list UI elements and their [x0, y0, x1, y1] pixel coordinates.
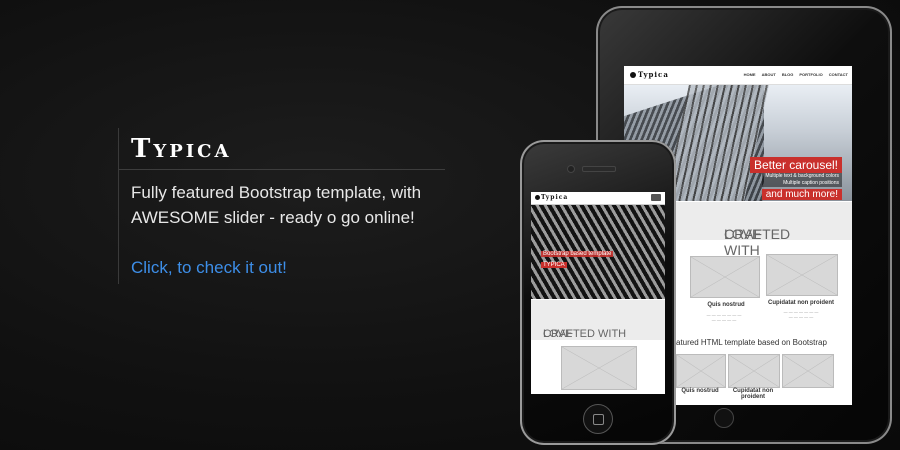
- logo-dot-icon: [535, 195, 540, 200]
- love-text: LOVE: [543, 328, 573, 340]
- carousel-caption-2: Multiple text & background colors Multip…: [762, 173, 842, 187]
- placeholder-image: [690, 256, 760, 298]
- placeholder-image: [561, 346, 637, 390]
- phone-home-button-icon: [583, 404, 613, 434]
- feature-text: — — — — — — — — — — — —: [783, 309, 819, 319]
- hamburger-menu-icon[interactable]: [651, 194, 661, 201]
- phone-logo-text: Typica: [541, 194, 569, 201]
- hero-divider: [119, 169, 445, 170]
- hero-description: Fully featured Bootstrap template, with …: [131, 183, 422, 227]
- tablet-menu-home[interactable]: HOME: [744, 72, 756, 77]
- tablet-menu-blog[interactable]: BLOG: [782, 72, 794, 77]
- tablet-menu-portfolio[interactable]: PORTFOLIO: [799, 72, 822, 77]
- tablet-logo-text: Typica: [638, 70, 669, 79]
- feature-title: Quis nostrud: [681, 388, 719, 394]
- tablet-home-button-icon: [714, 408, 734, 428]
- phone-camera-icon: [567, 165, 575, 173]
- placeholder-image: [782, 354, 834, 388]
- tablet-menu: HOME ABOUT BLOG PORTFOLIO CONTACT: [744, 72, 848, 77]
- phone-screen: Typica Bootstrap based template TYPICA C…: [531, 192, 665, 394]
- logo-dot-icon: [630, 72, 636, 78]
- feature-title: Quis nostrud: [707, 302, 745, 308]
- feature-title: Cupidatat non proident: [768, 300, 834, 306]
- tablet-menu-contact[interactable]: CONTACT: [829, 72, 848, 77]
- feature-text: — — — — — — — — — — — —: [706, 312, 742, 322]
- carousel-caption-1: Better carousel!: [749, 157, 842, 173]
- phone-crafted-banner: CRAFTED WITH LOVE: [531, 300, 665, 340]
- placeholder-image: [728, 354, 780, 388]
- tablet-menu-about[interactable]: ABOUT: [762, 72, 776, 77]
- check-it-out-link[interactable]: Click, to check it out!: [131, 258, 287, 278]
- phone-carousel: Bootstrap based template TYPICA: [531, 205, 665, 299]
- tablet-navbar: Typica HOME ABOUT BLOG PORTFOLIO CONTACT: [624, 66, 852, 85]
- phone-navbar: Typica: [531, 192, 665, 205]
- featured-heading: atured HTML template based on Bootstrap: [676, 338, 827, 347]
- phone-device: Typica Bootstrap based template TYPICA C…: [520, 140, 676, 445]
- caption-line-a: Multiple text & background colors: [765, 173, 839, 179]
- tablet-logo: Typica: [630, 70, 669, 79]
- phone-speaker-icon: [582, 166, 616, 172]
- hero-title: Typica: [131, 134, 232, 164]
- carousel-caption-3: and much more!: [761, 189, 842, 200]
- phone-caption-2: TYPICA: [541, 262, 567, 268]
- phone-logo: Typica: [535, 194, 568, 201]
- placeholder-image: [676, 354, 726, 388]
- love-text: LOVE: [724, 226, 762, 242]
- caption-line-b: Multiple caption positions: [783, 180, 839, 186]
- hero-block: Typica Fully featured Bootstrap template…: [118, 128, 449, 284]
- phone-caption-1: Bootstrap based template: [541, 251, 614, 257]
- home-square-icon: [593, 414, 604, 425]
- feature-title: Cupidatat non proident: [732, 388, 774, 400]
- placeholder-image: [766, 254, 838, 296]
